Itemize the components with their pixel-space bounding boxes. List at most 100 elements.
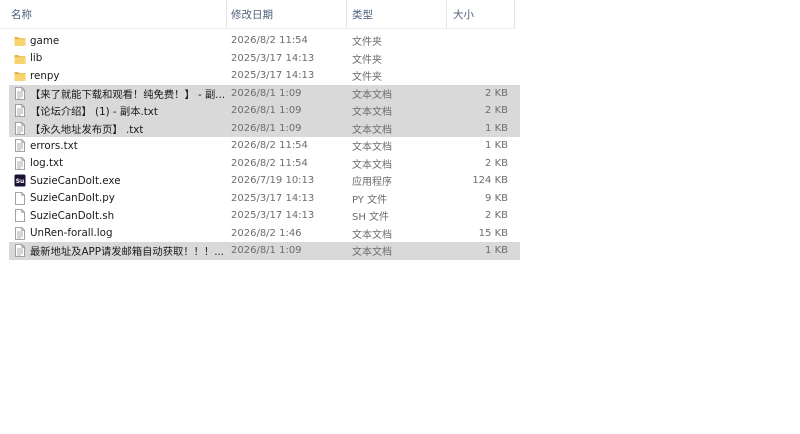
file-name: 最新地址及APP请发邮箱自动获取！！！... — [30, 246, 225, 259]
file-type: SH 文件 — [352, 212, 390, 224]
file-date: 2025/3/17 14:13 — [231, 192, 315, 204]
file-date: 2025/3/17 14:13 — [231, 210, 315, 222]
file-name: 【来了就能下载和观看！纯免费！】 - 副... — [30, 88, 226, 101]
file-row[interactable]: Su SuzieCanDoIt.exe 2026/7/19 10:13 应用程序 124… — [0, 172, 516, 190]
text-file-icon — [14, 226, 26, 240]
file-size: 15 KB — [478, 227, 508, 239]
file-name-cell: UnRen-forall.log — [14, 226, 232, 240]
file-name: UnRen-forall.log — [30, 227, 113, 240]
file-name: SuzieCanDoIt.sh — [30, 209, 115, 222]
file-size: 1 KB — [485, 122, 508, 134]
file-row[interactable]: 最新地址及APP请发邮箱自动获取！！！... 2026/8/1 1:09 文本文档 1… — [9, 242, 520, 260]
file-size: 1 KB — [485, 140, 508, 152]
file-name-cell: SuzieCanDoIt.py — [14, 191, 232, 205]
column-header-type[interactable]: 类型 — [347, 0, 447, 28]
file-row[interactable]: renpy 2025/3/17 14:13 文件夹 — [0, 67, 516, 85]
file-name-cell: 【来了就能下载和观看！纯免费！】 - 副... — [14, 86, 232, 101]
sort-ascending-icon: ︿ — [113, 0, 122, 3]
file-row[interactable]: SuzieCanDoIt.sh 2025/3/17 14:13 SH 文件 2 KB — [0, 207, 516, 225]
file-name: lib — [30, 52, 43, 65]
file-name-cell: 【永久地址发布页】 .txt — [14, 121, 232, 136]
file-name-cell: lib — [14, 52, 232, 65]
file-type: 文本文档 — [352, 89, 392, 101]
app-icon: Su — [14, 174, 26, 187]
file-type: 应用程序 — [352, 177, 392, 189]
file-name-cell: game — [14, 34, 232, 47]
folder-icon — [14, 52, 26, 65]
file-size: 124 KB — [472, 175, 508, 187]
folder-icon — [14, 69, 26, 82]
file-name: errors.txt — [30, 139, 78, 152]
file-date: 2026/8/1 1:09 — [231, 122, 302, 134]
file-name: 【论坛介绍】 (1) - 副本.txt — [30, 106, 158, 119]
blank-file-icon — [14, 191, 26, 205]
file-size: 2 KB — [485, 210, 508, 222]
file-date: 2025/3/17 14:13 — [231, 70, 315, 82]
svg-text:Su: Su — [16, 178, 25, 185]
column-header-name[interactable]: ︿ 名称 — [0, 0, 227, 28]
column-header-name-label: 名称 — [11, 9, 32, 21]
file-date: 2026/8/1 1:09 — [231, 105, 302, 117]
blank-file-icon — [14, 209, 26, 223]
text-file-icon — [14, 244, 26, 258]
file-type: 文件夹 — [352, 37, 382, 49]
file-date: 2026/7/19 10:13 — [231, 175, 315, 187]
file-row[interactable]: 【来了就能下载和观看！纯免费！】 - 副... 2026/8/1 1:09 文本文档… — [9, 84, 520, 102]
file-name: game — [30, 34, 60, 47]
file-type: 文本文档 — [352, 159, 392, 171]
file-row[interactable]: errors.txt 2026/8/2 11:54 文本文档 1 KB — [0, 137, 516, 155]
file-row[interactable]: game 2026/8/2 11:54 文件夹 — [0, 32, 516, 50]
column-header-date[interactable]: 修改日期 — [227, 0, 347, 28]
file-name-cell: 【论坛介绍】 (1) - 副本.txt — [14, 103, 232, 118]
file-type: 文本文档 — [352, 247, 392, 259]
file-date: 2026/8/1 1:09 — [231, 245, 302, 257]
text-file-icon — [14, 86, 26, 100]
file-row[interactable]: lib 2025/3/17 14:13 文件夹 — [0, 50, 516, 68]
file-row[interactable]: UnRen-forall.log 2026/8/2 1:46 文本文档 15 KB — [0, 225, 516, 243]
file-list: game 2026/8/2 11:54 文件夹 lib 2025/3/17 14:13 文… — [0, 32, 520, 260]
file-name-cell: renpy — [14, 69, 232, 82]
file-name-cell: SuzieCanDoIt.sh — [14, 209, 232, 223]
file-date: 2026/8/2 11:54 — [231, 35, 308, 47]
file-type: 文本文档 — [352, 229, 392, 241]
file-type: 文件夹 — [352, 72, 382, 84]
column-header-date-label: 修改日期 — [231, 9, 273, 21]
text-file-icon — [14, 121, 26, 135]
file-name: SuzieCanDoIt.py — [30, 192, 115, 205]
column-header-bar: ︿ 名称 修改日期 类型 大小 — [0, 0, 516, 29]
file-date: 2026/8/2 11:54 — [231, 157, 308, 169]
file-row[interactable]: 【永久地址发布页】 .txt 2026/8/1 1:09 文本文档 1 KB — [9, 119, 520, 137]
file-type: 文本文档 — [352, 142, 392, 154]
file-name: renpy — [30, 69, 60, 82]
file-date: 2025/3/17 14:13 — [231, 52, 315, 64]
file-size: 1 KB — [485, 245, 508, 257]
file-name-cell: errors.txt — [14, 139, 232, 153]
text-file-icon — [14, 139, 26, 153]
file-size: 2 KB — [485, 105, 508, 117]
file-name-cell: Su SuzieCanDoIt.exe — [14, 174, 232, 187]
file-name-cell: log.txt — [14, 156, 232, 170]
file-type: 文本文档 — [352, 107, 392, 119]
file-list-pane: ︿ 名称 修改日期 类型 大小 game 2026/8/2 11:54 文件夹 lib… — [0, 0, 800, 434]
file-size: 2 KB — [485, 157, 508, 169]
text-file-icon — [14, 156, 26, 170]
file-date: 2026/8/2 11:54 — [231, 140, 308, 152]
file-row[interactable]: log.txt 2026/8/2 11:54 文本文档 2 KB — [0, 155, 516, 173]
file-size: 9 KB — [485, 192, 508, 204]
file-name: log.txt — [30, 157, 64, 170]
file-row[interactable]: 【论坛介绍】 (1) - 副本.txt 2026/8/1 1:09 文本文档 2 KB — [9, 102, 520, 120]
file-date: 2026/8/1 1:09 — [231, 87, 302, 99]
column-header-size[interactable]: 大小 — [447, 0, 515, 28]
file-name-cell: 最新地址及APP请发邮箱自动获取！！！... — [14, 243, 232, 258]
column-header-type-label: 类型 — [352, 9, 373, 21]
file-name: SuzieCanDoIt.exe — [30, 174, 121, 187]
file-size: 2 KB — [485, 87, 508, 99]
file-type: 文本文档 — [352, 124, 392, 136]
column-header-size-label: 大小 — [453, 9, 474, 21]
text-file-icon — [14, 104, 26, 118]
file-date: 2026/8/2 1:46 — [231, 227, 302, 239]
file-row[interactable]: SuzieCanDoIt.py 2025/3/17 14:13 PY 文件 9 KB — [0, 190, 516, 208]
folder-icon — [14, 34, 26, 47]
file-name: 【永久地址发布页】 .txt — [30, 123, 144, 136]
file-type: PY 文件 — [352, 194, 388, 206]
